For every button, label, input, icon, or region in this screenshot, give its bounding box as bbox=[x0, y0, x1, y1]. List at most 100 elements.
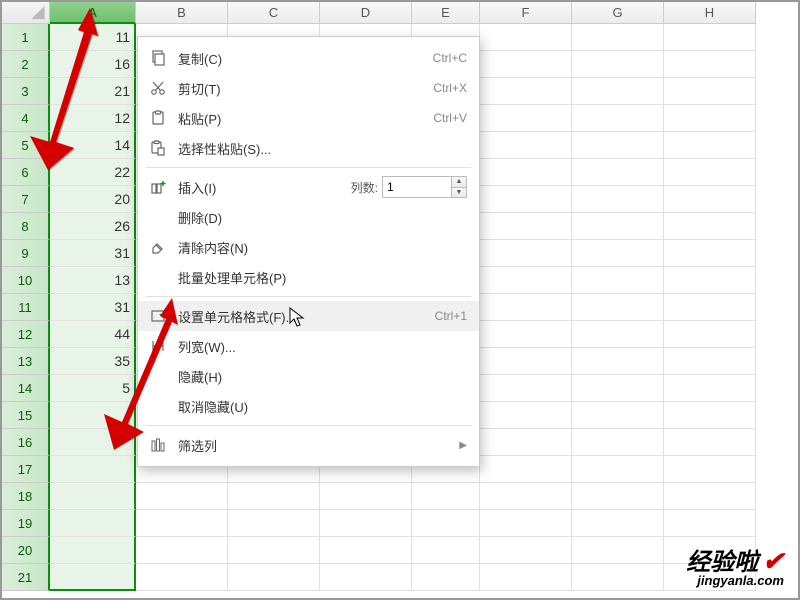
cell-G2[interactable] bbox=[572, 51, 664, 78]
cell-A9[interactable]: 31 bbox=[50, 240, 136, 267]
cell-G9[interactable] bbox=[572, 240, 664, 267]
row-header-6[interactable]: 6 bbox=[2, 159, 50, 186]
cell-G13[interactable] bbox=[572, 348, 664, 375]
cell-F12[interactable] bbox=[480, 321, 572, 348]
cell-G7[interactable] bbox=[572, 186, 664, 213]
cell-A15[interactable] bbox=[50, 402, 136, 429]
row-header-3[interactable]: 3 bbox=[2, 78, 50, 105]
cell-G4[interactable] bbox=[572, 105, 664, 132]
cell-B21[interactable] bbox=[136, 564, 228, 591]
row-header-7[interactable]: 7 bbox=[2, 186, 50, 213]
cell-G6[interactable] bbox=[572, 159, 664, 186]
cell-F10[interactable] bbox=[480, 267, 572, 294]
cell-F11[interactable] bbox=[480, 294, 572, 321]
cell-G5[interactable] bbox=[572, 132, 664, 159]
select-all-corner[interactable] bbox=[2, 2, 50, 24]
cell-G20[interactable] bbox=[572, 537, 664, 564]
cell-E20[interactable] bbox=[412, 537, 480, 564]
cell-F13[interactable] bbox=[480, 348, 572, 375]
cell-F3[interactable] bbox=[480, 78, 572, 105]
cell-A1[interactable]: 11 bbox=[50, 24, 136, 51]
cell-D20[interactable] bbox=[320, 537, 412, 564]
cell-F20[interactable] bbox=[480, 537, 572, 564]
cell-F21[interactable] bbox=[480, 564, 572, 591]
cell-G16[interactable] bbox=[572, 429, 664, 456]
cell-A11[interactable]: 31 bbox=[50, 294, 136, 321]
row-header-11[interactable]: 11 bbox=[2, 294, 50, 321]
cell-H14[interactable] bbox=[664, 375, 756, 402]
cell-H4[interactable] bbox=[664, 105, 756, 132]
cell-E18[interactable] bbox=[412, 483, 480, 510]
col-header-C[interactable]: C bbox=[228, 2, 320, 24]
cell-D18[interactable] bbox=[320, 483, 412, 510]
row-header-1[interactable]: 1 bbox=[2, 24, 50, 51]
cell-G10[interactable] bbox=[572, 267, 664, 294]
cell-H18[interactable] bbox=[664, 483, 756, 510]
row-header-19[interactable]: 19 bbox=[2, 510, 50, 537]
row-header-13[interactable]: 13 bbox=[2, 348, 50, 375]
cell-A3[interactable]: 21 bbox=[50, 78, 136, 105]
row-header-9[interactable]: 9 bbox=[2, 240, 50, 267]
cell-F1[interactable] bbox=[480, 24, 572, 51]
row-header-20[interactable]: 20 bbox=[2, 537, 50, 564]
menu-clear[interactable]: 清除内容(N) bbox=[138, 232, 479, 262]
cell-C20[interactable] bbox=[228, 537, 320, 564]
cell-G18[interactable] bbox=[572, 483, 664, 510]
cell-H17[interactable] bbox=[664, 456, 756, 483]
cell-H2[interactable] bbox=[664, 51, 756, 78]
menu-format-cells[interactable]: 设置单元格格式(F)... Ctrl+1 bbox=[138, 301, 479, 331]
cell-H12[interactable] bbox=[664, 321, 756, 348]
cell-D21[interactable] bbox=[320, 564, 412, 591]
cell-A10[interactable]: 13 bbox=[50, 267, 136, 294]
col-header-E[interactable]: E bbox=[412, 2, 480, 24]
col-header-H[interactable]: H bbox=[664, 2, 756, 24]
cell-F5[interactable] bbox=[480, 132, 572, 159]
cell-H3[interactable] bbox=[664, 78, 756, 105]
cell-A18[interactable] bbox=[50, 483, 136, 510]
cell-G8[interactable] bbox=[572, 213, 664, 240]
cell-H7[interactable] bbox=[664, 186, 756, 213]
cell-F6[interactable] bbox=[480, 159, 572, 186]
col-header-D[interactable]: D bbox=[320, 2, 412, 24]
cell-F18[interactable] bbox=[480, 483, 572, 510]
row-header-18[interactable]: 18 bbox=[2, 483, 50, 510]
cell-G1[interactable] bbox=[572, 24, 664, 51]
menu-insert[interactable]: 插入(I) 列数: ▲ ▼ bbox=[138, 172, 479, 202]
col-header-B[interactable]: B bbox=[136, 2, 228, 24]
cell-E21[interactable] bbox=[412, 564, 480, 591]
cell-H13[interactable] bbox=[664, 348, 756, 375]
cell-A13[interactable]: 35 bbox=[50, 348, 136, 375]
row-header-14[interactable]: 14 bbox=[2, 375, 50, 402]
col-header-F[interactable]: F bbox=[480, 2, 572, 24]
cell-F7[interactable] bbox=[480, 186, 572, 213]
cell-H19[interactable] bbox=[664, 510, 756, 537]
cell-F4[interactable] bbox=[480, 105, 572, 132]
menu-filter[interactable]: 筛选列 ▶ bbox=[138, 430, 479, 460]
menu-hide[interactable]: 隐藏(H) bbox=[138, 361, 479, 391]
cell-F8[interactable] bbox=[480, 213, 572, 240]
insert-count-input[interactable] bbox=[383, 177, 451, 197]
cell-A4[interactable]: 12 bbox=[50, 105, 136, 132]
cell-A8[interactable]: 26 bbox=[50, 213, 136, 240]
cell-H10[interactable] bbox=[664, 267, 756, 294]
menu-unhide[interactable]: 取消隐藏(U) bbox=[138, 391, 479, 421]
cell-A21[interactable] bbox=[50, 564, 136, 591]
cell-A12[interactable]: 44 bbox=[50, 321, 136, 348]
cell-F9[interactable] bbox=[480, 240, 572, 267]
col-header-G[interactable]: G bbox=[572, 2, 664, 24]
cell-A7[interactable]: 20 bbox=[50, 186, 136, 213]
menu-delete[interactable]: 删除(D) bbox=[138, 202, 479, 232]
cell-B19[interactable] bbox=[136, 510, 228, 537]
cell-H8[interactable] bbox=[664, 213, 756, 240]
insert-count-spinner[interactable]: ▲ ▼ bbox=[382, 176, 467, 198]
menu-paste[interactable]: 粘贴(P) Ctrl+V bbox=[138, 103, 479, 133]
cell-F19[interactable] bbox=[480, 510, 572, 537]
cell-G19[interactable] bbox=[572, 510, 664, 537]
cell-F17[interactable] bbox=[480, 456, 572, 483]
row-header-2[interactable]: 2 bbox=[2, 51, 50, 78]
cell-A14[interactable]: 5 bbox=[50, 375, 136, 402]
row-header-8[interactable]: 8 bbox=[2, 213, 50, 240]
menu-copy[interactable]: 复制(C) Ctrl+C bbox=[138, 43, 479, 73]
cell-H6[interactable] bbox=[664, 159, 756, 186]
cell-B18[interactable] bbox=[136, 483, 228, 510]
